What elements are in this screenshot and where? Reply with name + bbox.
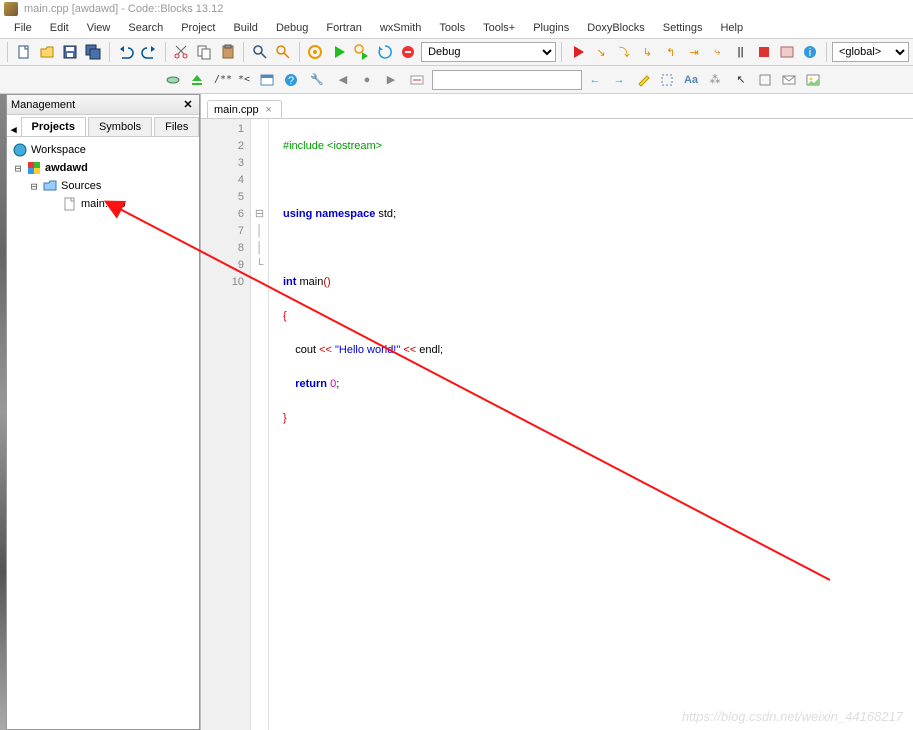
search-input[interactable] [432, 70, 582, 90]
project-icon [26, 161, 42, 175]
nav-back-icon[interactable]: ← [584, 69, 606, 91]
tree-file-main[interactable]: main.cpp [9, 195, 197, 213]
menu-build[interactable]: Build [225, 20, 265, 36]
menu-doxyblocks[interactable]: DoxyBlocks [579, 20, 652, 36]
run-icon[interactable] [328, 41, 349, 63]
fold-gutter: ⊟││└ [251, 119, 269, 730]
case-icon[interactable]: Aa [680, 69, 702, 91]
select-icon[interactable] [656, 69, 678, 91]
panel-title: Management [11, 99, 75, 111]
open-icon[interactable] [36, 41, 57, 63]
back-icon[interactable]: ◀ [332, 69, 354, 91]
menu-search[interactable]: Search [120, 20, 171, 36]
build-icon[interactable] [305, 41, 326, 63]
build-run-icon[interactable] [351, 41, 372, 63]
box-icon[interactable] [754, 69, 776, 91]
copy-icon[interactable] [194, 41, 215, 63]
tree-workspace[interactable]: Workspace [9, 141, 197, 159]
tab-label: main.cpp [214, 104, 259, 116]
toolbar-row-2: /** *< ? 🔧 ◀ ● ▶ ← → Aa ⁂ ↖ [0, 66, 913, 94]
regex-icon[interactable]: ⁂ [704, 69, 726, 91]
stop-debug-icon[interactable] [753, 41, 774, 63]
toolbar-row-1: Debug ↘ ⤵ ↳ ↰ ⇥ ⤷ || i <global> [0, 38, 913, 66]
folder-open-icon [42, 179, 58, 193]
svg-text:?: ? [288, 75, 294, 87]
cursor-icon[interactable]: ↖ [730, 69, 752, 91]
collapse-icon[interactable]: ⊟ [29, 180, 39, 193]
build-target-combo[interactable]: Debug [421, 42, 556, 62]
info-icon[interactable]: i [800, 41, 821, 63]
debug-windows-icon[interactable] [776, 41, 797, 63]
debug-start-icon[interactable] [567, 41, 588, 63]
next-line-icon[interactable]: ⤵ [614, 41, 635, 63]
menu-view[interactable]: View [79, 20, 119, 36]
window-icon[interactable] [256, 69, 278, 91]
app-icon [4, 2, 18, 16]
picture-icon[interactable] [802, 69, 824, 91]
step-into-icon[interactable]: ↳ [637, 41, 658, 63]
menu-settings[interactable]: Settings [655, 20, 711, 36]
menu-debug[interactable]: Debug [268, 20, 316, 36]
management-panel: Management ✕ ◂ Projects Symbols Files ▸ … [6, 94, 200, 730]
mail-icon[interactable] [778, 69, 800, 91]
workspace-icon [12, 143, 28, 157]
paste-icon[interactable] [217, 41, 238, 63]
redo-icon[interactable] [138, 41, 159, 63]
nav-fwd-icon[interactable]: → [608, 69, 630, 91]
titlebar: main.cpp [awdawd] - Code::Blocks 13.12 [0, 0, 913, 18]
menu-fortran[interactable]: Fortran [318, 20, 369, 36]
code-editor[interactable]: 12345678910 ⊟││└ #include <iostream> usi… [201, 118, 913, 730]
home-icon[interactable]: ● [356, 69, 378, 91]
forward-icon[interactable]: ▶ [380, 69, 402, 91]
next-instr-icon[interactable]: ⇥ [683, 41, 704, 63]
save-all-icon[interactable] [83, 41, 104, 63]
menu-toolsplus[interactable]: Tools+ [475, 20, 523, 36]
menu-help[interactable]: Help [712, 20, 751, 36]
source-text[interactable]: #include <iostream> using namespace std;… [269, 119, 443, 730]
scope-combo[interactable]: <global> [832, 42, 909, 62]
menu-wxsmith[interactable]: wxSmith [372, 20, 430, 36]
step-instr-icon[interactable]: ⤷ [707, 41, 728, 63]
menu-plugins[interactable]: Plugins [525, 20, 577, 36]
abort-icon[interactable] [398, 41, 419, 63]
tab-projects[interactable]: Projects [21, 117, 86, 136]
file-icon [62, 197, 78, 211]
rebuild-icon[interactable] [375, 41, 396, 63]
comment-icon[interactable]: /** *< [212, 69, 252, 91]
svg-text:i: i [809, 47, 811, 59]
save-icon[interactable] [60, 41, 81, 63]
new-file-icon[interactable] [13, 41, 34, 63]
menu-tools[interactable]: Tools [431, 20, 473, 36]
undo-icon[interactable] [115, 41, 136, 63]
menu-project[interactable]: Project [173, 20, 223, 36]
tab-close-icon[interactable]: × [263, 104, 275, 116]
wrench-icon[interactable]: 🔧 [306, 69, 328, 91]
help-icon[interactable]: ? [280, 69, 302, 91]
collapse-icon[interactable]: ⊟ [13, 162, 23, 175]
eject-icon[interactable] [186, 69, 208, 91]
tree-project[interactable]: ⊟ awdawd [9, 159, 197, 177]
fold-icon[interactable]: ⊟ [251, 206, 268, 223]
highlight-icon[interactable] [632, 69, 654, 91]
find-icon[interactable] [249, 41, 270, 63]
tree-sources-folder[interactable]: ⊟ Sources [9, 177, 197, 195]
menu-edit[interactable]: Edit [42, 20, 77, 36]
menubar: File Edit View Search Project Build Debu… [0, 18, 913, 38]
replace-icon[interactable] [273, 41, 294, 63]
break-icon[interactable]: || [730, 41, 751, 63]
title-text: main.cpp [awdawd] - Code::Blocks 13.12 [24, 3, 223, 15]
disc-icon[interactable] [162, 69, 184, 91]
tab-files[interactable]: Files [154, 117, 199, 136]
step-out-icon[interactable]: ↰ [660, 41, 681, 63]
menu-file[interactable]: File [6, 20, 40, 36]
editor-area: main.cpp × 12345678910 ⊟││└ #include <io… [200, 94, 913, 730]
last-jump-icon[interactable] [406, 69, 428, 91]
editor-tab-main[interactable]: main.cpp × [207, 100, 282, 119]
cut-icon[interactable] [171, 41, 192, 63]
panel-close-icon[interactable]: ✕ [181, 98, 195, 112]
tab-scroll-left-icon[interactable]: ◂ [9, 123, 19, 136]
tab-symbols[interactable]: Symbols [88, 117, 152, 136]
line-gutter: 12345678910 [201, 119, 251, 730]
run-to-cursor-icon[interactable]: ↘ [590, 41, 611, 63]
